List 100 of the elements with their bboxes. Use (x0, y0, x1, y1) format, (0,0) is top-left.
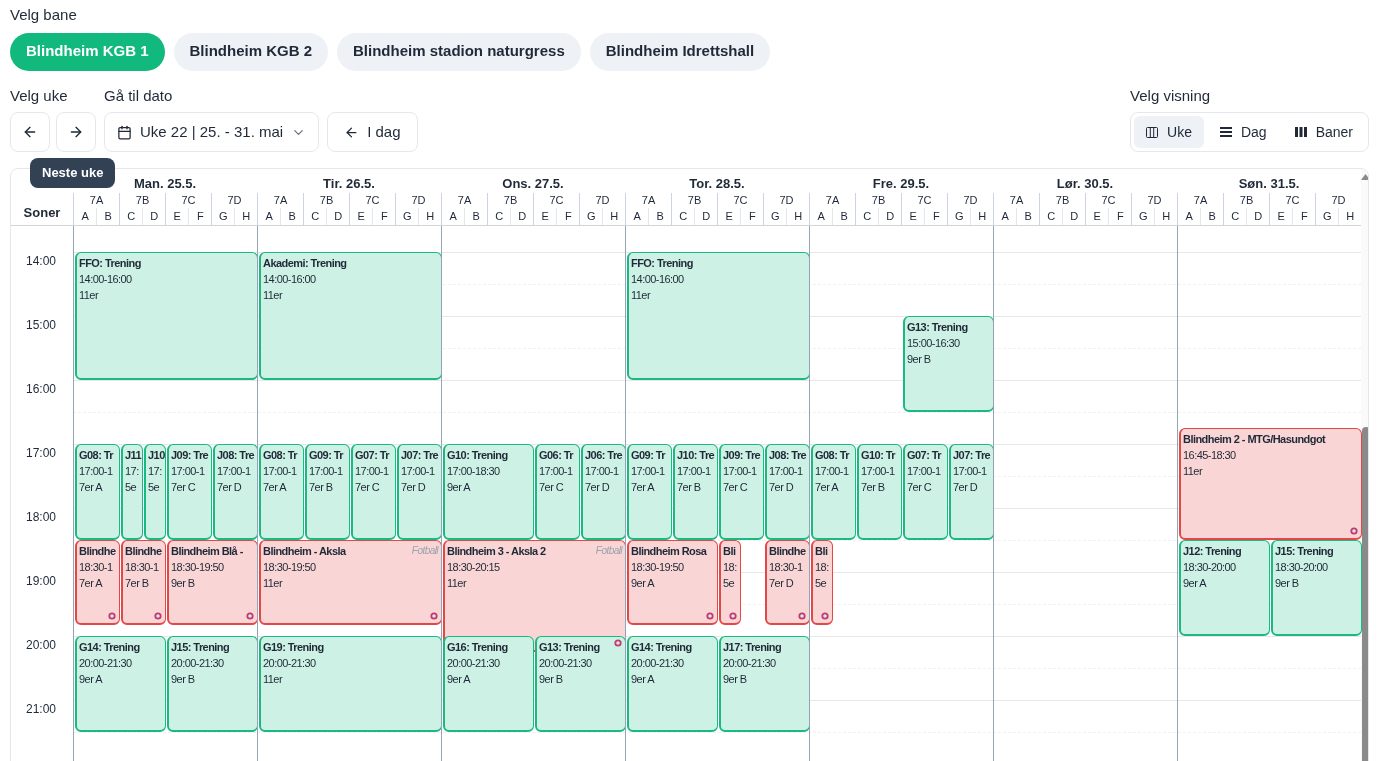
event-team: 9er B (171, 671, 196, 687)
zone-group: 7D (948, 193, 993, 208)
training-event[interactable]: J09: Tre 17:00-1 7er C (167, 443, 212, 540)
zone-letter: G (953, 209, 965, 224)
training-event[interactable]: G10: Trening 17:00-18:30 9er A (443, 443, 534, 540)
event-title: G10: Tr (861, 447, 896, 463)
training-event[interactable]: J11 17: 5e (121, 443, 143, 540)
match-event[interactable]: Blindhe 18:30-1 7er D (765, 539, 810, 625)
event-title: Blindhe (79, 543, 116, 559)
zone-letter: F (372, 208, 395, 225)
match-event[interactable]: Bli 18: 5e (811, 539, 833, 625)
match-event[interactable]: Blindhe 18:30-1 7er B (121, 539, 166, 625)
zone-group: 7D (396, 193, 441, 208)
training-event[interactable]: Akademi: Trening 14:00-16:00 11er (259, 251, 442, 380)
zone-group: 7B (1224, 193, 1269, 208)
day-heading: Fre. 29.5. (872, 174, 930, 193)
event-time: 17:00-1 (585, 463, 620, 479)
event-title: G14: Trening (631, 639, 692, 655)
event-title: G13: Trening (907, 319, 968, 335)
event-time: 17:00-1 (171, 463, 206, 479)
training-event[interactable]: FFO: Trening 14:00-16:00 11er (75, 251, 258, 380)
training-event[interactable]: G14: Trening 20:00-21:30 9er A (627, 635, 718, 732)
training-event[interactable]: FFO: Trening 14:00-16:00 11er (627, 251, 810, 380)
training-event[interactable]: J12: Trening 18:30-20:00 9er A (1179, 539, 1270, 636)
zone-group: 7B (672, 193, 717, 208)
zone-letter: H (234, 208, 257, 225)
zone-group: 7C (902, 193, 947, 208)
zone-group: 7B (1040, 193, 1085, 208)
zone-group: 7C (534, 193, 579, 208)
event-team: 7er A (815, 479, 840, 495)
view-option[interactable]: Uke (1134, 116, 1204, 148)
day-heading: Tor. 28.5. (689, 174, 745, 193)
event-title: Blindheim Blå - (171, 543, 243, 559)
training-event[interactable]: G10: Tr 17:00-1 7er B (857, 443, 902, 540)
event-time: 14:00-16:00 (79, 271, 133, 287)
match-event[interactable]: Blindheim - Aksla Fotball 18:30-19:50 11er (259, 539, 442, 625)
event-title: J07: Tre (953, 447, 991, 463)
training-event[interactable]: G09: Tr 17:00-1 7er A (627, 443, 672, 540)
training-event[interactable]: J10: Tre 17:00-1 7er B (673, 443, 718, 540)
view-option[interactable]: Baner (1282, 116, 1365, 148)
section-label: Gå til dato (104, 85, 174, 106)
zone-letter: E (908, 209, 918, 224)
zone-letter: G (1321, 209, 1333, 224)
date-dropdown[interactable]: Uke 22 | 25. - 31. mai (104, 112, 320, 152)
zone-letter: C (678, 209, 689, 224)
training-event[interactable]: G13: Trening 15:00-16:30 9er B (903, 315, 994, 412)
event-time: 17:00-1 (79, 463, 114, 479)
event-time: 17:00-1 (907, 463, 942, 479)
zone-letter: C (862, 209, 873, 224)
event-title: G16: Trening (447, 639, 508, 655)
event-team: 9er A (1183, 575, 1208, 591)
match-event[interactable]: Blindheim Blå - 18:30-19:50 9er B (167, 539, 258, 625)
training-event[interactable]: G14: Trening 20:00-21:30 9er A (75, 635, 166, 732)
training-event[interactable]: J17: Trening 20:00-21:30 9er B (719, 635, 810, 732)
event-title: Akademi: Trening (263, 255, 347, 271)
training-event[interactable]: J07: Tre 17:00-1 7er D (397, 443, 442, 540)
training-event[interactable]: G06: Tr 17:00-1 7er C (535, 443, 580, 540)
training-event[interactable]: J09: Tre 17:00-1 7er C (719, 443, 764, 540)
match-event[interactable]: Blindhe 18:30-1 7er A (75, 539, 120, 625)
training-event[interactable]: J10 17: 5e (144, 443, 166, 540)
training-event[interactable]: G16: Trening 20:00-21:30 9er A (443, 635, 534, 732)
view-option[interactable]: Dag (1207, 116, 1279, 148)
training-event[interactable]: G07: Tr 17:00-1 7er C (903, 443, 948, 540)
training-event[interactable]: J06: Tre 17:00-1 7er D (581, 443, 626, 540)
match-event[interactable]: Bli 18: 5e (719, 539, 741, 625)
zone-letter: A (1184, 209, 1194, 224)
tooltip: Neste uke (30, 158, 116, 188)
match-event[interactable]: Blindheim Rosa 18:30-19:50 9er A (627, 539, 718, 625)
training-event[interactable]: J07: Tre 17:00-1 7er D (949, 443, 994, 540)
training-event[interactable]: G08: Tr 17:00-1 7er A (259, 443, 304, 540)
training-event[interactable]: G08: Tr 17:00-1 7er A (811, 443, 856, 540)
event-team: 7er A (79, 479, 104, 495)
zone-group: 7D (1132, 193, 1177, 208)
training-event[interactable]: J08: Tre 17:00-1 7er D (213, 443, 258, 540)
training-event[interactable]: G19: Trening 20:00-21:30 11er (259, 635, 442, 732)
event-title: J15: Trening (1275, 543, 1334, 559)
field-option[interactable]: Blindheim Idrettshall (589, 32, 771, 71)
zone-letter: B (1200, 208, 1223, 225)
training-event[interactable]: J08: Tre 17:00-1 7er D (765, 443, 810, 540)
training-event[interactable]: J15: Trening 20:00-21:30 9er B (167, 635, 258, 732)
event-title: Bli (723, 543, 736, 559)
field-option[interactable]: Blindheim KGB 2 (173, 32, 329, 71)
event-title: G19: Trening (263, 639, 324, 655)
zone-letter: F (188, 208, 211, 225)
zone-letter: B (96, 208, 119, 225)
training-event[interactable]: G13: Trening 20:00-21:30 9er B (535, 635, 626, 732)
today-button[interactable]: I dag (327, 112, 418, 152)
zone-letter: C (494, 209, 505, 224)
event-title: Blindhe (125, 543, 162, 559)
training-event[interactable]: G09: Tr 17:00-1 7er B (305, 443, 350, 540)
training-event[interactable]: J15: Trening 18:30-20:00 9er B (1271, 539, 1362, 636)
field-option[interactable]: Blindheim stadion naturgress (337, 32, 581, 71)
event-title: G10: Trening (447, 447, 508, 463)
event-team: 11er (263, 575, 284, 591)
training-event[interactable]: G08: Tr 17:00-1 7er A (75, 443, 120, 540)
event-team: 7er D (585, 479, 611, 495)
training-event[interactable]: G07: Tr 17:00-1 7er C (351, 443, 396, 540)
event-time: 18:30-20:15 (447, 559, 501, 575)
zone-group: 7C (350, 193, 395, 208)
match-event[interactable]: Blindheim 2 - MTG/Hasundgot 16:45-18:30 11er (1179, 427, 1362, 540)
